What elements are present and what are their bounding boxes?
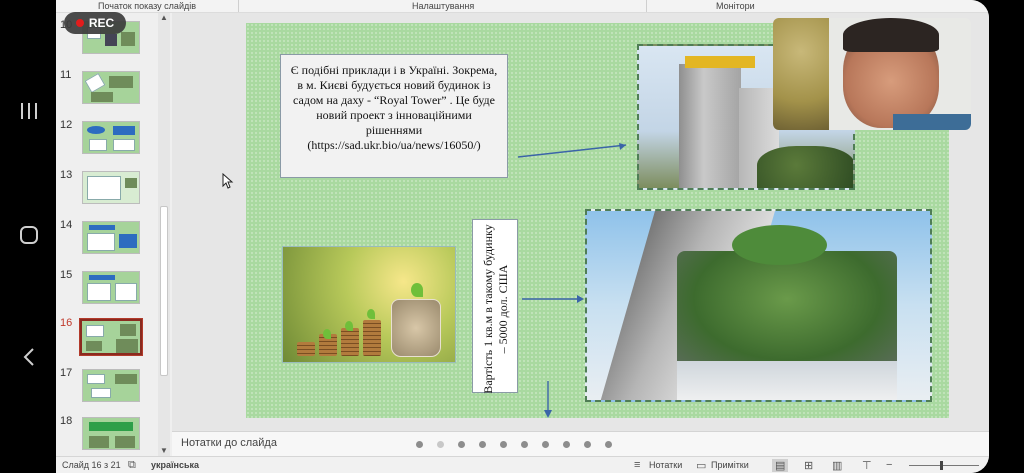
home-icon[interactable] (16, 222, 42, 248)
page-dot[interactable] (605, 441, 612, 448)
zoom-slider[interactable] (909, 465, 979, 466)
slide-thumbnail-pane: 10 11 12 (56, 13, 172, 456)
ribbon-group-setup: Налаштування (412, 1, 475, 11)
record-dot-icon (75, 19, 84, 27)
thumbnail-preview[interactable] (82, 417, 140, 450)
thumbnail-preview[interactable] (79, 318, 143, 356)
slide-number: 14 (60, 219, 73, 231)
slide-number: 16 (60, 317, 73, 329)
status-bar: Слайд 16 з 21 ⧉ українська ≡ Нотатки ▭ П… (56, 456, 989, 473)
thumbnail-scrollbar[interactable]: ▲ ▼ (158, 13, 170, 456)
thumbnail-preview[interactable] (82, 71, 140, 104)
slide-number: 18 (60, 415, 73, 427)
reading-view-icon[interactable]: ▥ (832, 459, 842, 472)
slide-sorter-icon[interactable]: ⊞ (804, 459, 813, 472)
slide-counter: Слайд 16 з 21 (62, 460, 121, 470)
phone-navigation-bar (0, 0, 56, 473)
recent-apps-icon[interactable] (16, 98, 42, 124)
thumbnail-preview[interactable] (82, 221, 140, 254)
page-dot[interactable] (584, 441, 591, 448)
page-dot[interactable] (416, 441, 423, 448)
normal-view-icon[interactable]: ▤ (772, 459, 789, 472)
ribbon-separator (238, 0, 239, 12)
ribbon-separator (646, 0, 647, 12)
scroll-up-icon[interactable]: ▲ (158, 13, 170, 23)
zoom-slider-knob[interactable] (940, 461, 943, 470)
slide-thumbnail[interactable]: 15 (56, 269, 172, 313)
slideshow-icon[interactable]: ⊤ (862, 459, 872, 472)
back-icon[interactable] (16, 344, 42, 370)
ribbon-group-labels: Початок показу слайдів Налаштування Моні… (56, 0, 989, 13)
slide-thumbnail-active[interactable]: 16 (56, 317, 172, 361)
page-dot[interactable] (563, 441, 570, 448)
price-text-box[interactable]: Вартість 1 кв.м в такому будинку – 5000 … (472, 219, 518, 394)
slide-number: 17 (60, 367, 73, 379)
comments-icon[interactable]: ▭ (696, 459, 706, 472)
page-dot[interactable] (542, 441, 549, 448)
spellcheck-icon[interactable]: ⧉ (128, 459, 136, 472)
thumbnail-preview[interactable] (82, 271, 140, 304)
presenter-webcam[interactable] (773, 18, 971, 130)
scrollbar-thumb[interactable] (160, 206, 168, 376)
thumbnail-preview[interactable] (82, 121, 140, 154)
slide-thumbnail[interactable]: 18 (56, 415, 172, 459)
slide-number: 11 (60, 69, 72, 81)
page-dots (416, 441, 612, 448)
page-dot[interactable] (500, 441, 507, 448)
thumbnail-preview[interactable] (82, 369, 140, 402)
recording-label: REC (88, 16, 115, 30)
recording-badge: REC (64, 12, 126, 34)
language-indicator[interactable]: українська (151, 460, 199, 470)
slide-thumbnail[interactable]: 13 (56, 169, 172, 213)
notes-icon[interactable]: ≡ (634, 459, 640, 471)
ribbon-group-start-slideshow: Початок показу слайдів (98, 1, 196, 11)
screen: Початок показу слайдів Налаштування Моні… (0, 0, 1024, 473)
notes-button[interactable]: Нотатки (649, 460, 682, 470)
slide-number: 12 (60, 119, 73, 131)
page-dot[interactable] (458, 441, 465, 448)
coins-plants-photo[interactable] (282, 246, 456, 363)
page-dot[interactable] (479, 441, 486, 448)
slide-thumbnail[interactable]: 17 (56, 367, 172, 411)
price-text: Вартість 1 кв.м в такому будинку – 5000 … (481, 224, 510, 394)
comments-button[interactable]: Примітки (711, 460, 749, 470)
arrow-down-icon (544, 381, 552, 418)
notes-pane[interactable]: Нотатки до слайда (172, 431, 989, 456)
scroll-down-icon[interactable]: ▼ (158, 446, 170, 456)
mouse-cursor-icon (222, 173, 234, 189)
slide-thumbnail[interactable]: 11 (56, 69, 172, 113)
slide-number: 13 (60, 169, 73, 181)
arrow-to-tower-icon (517, 143, 627, 158)
page-dot[interactable] (437, 441, 444, 448)
arrow-to-rooftop-icon (522, 295, 584, 303)
thumbnail-preview[interactable] (82, 171, 140, 204)
slide-thumbnail[interactable]: 12 (56, 119, 172, 163)
ribbon-group-monitors: Монітори (716, 1, 755, 11)
slide-thumbnail[interactable]: 14 (56, 219, 172, 263)
rooftop-garden-photo[interactable] (585, 209, 932, 402)
notes-placeholder[interactable]: Нотатки до слайда (181, 437, 277, 449)
zoom-out-icon[interactable]: − (886, 459, 892, 471)
slide-number: 15 (60, 269, 73, 281)
slide-text-box[interactable]: Є подібні приклади і в Україні. Зокрема,… (280, 54, 508, 178)
page-dot[interactable] (521, 441, 528, 448)
